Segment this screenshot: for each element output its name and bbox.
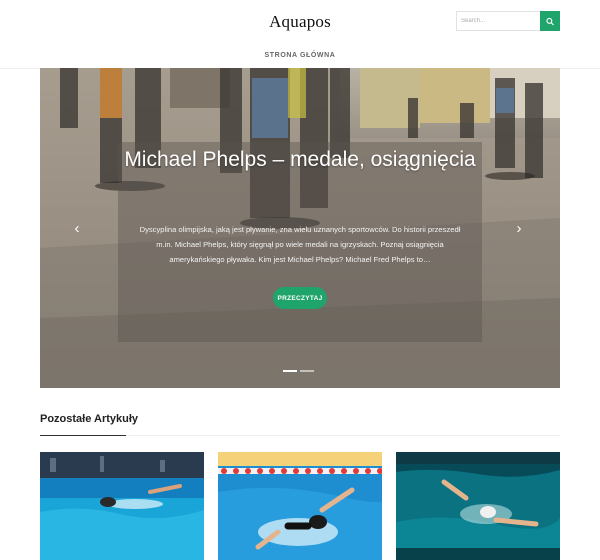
article-card-2[interactable] [218,452,382,560]
section-underline [40,435,126,436]
slider-dot-2[interactable] [300,370,314,372]
search-input[interactable] [456,11,542,31]
article-card-3[interactable] [396,452,560,560]
nav-item-home[interactable]: STRONA GŁÓWNA [265,52,336,59]
hero-slider: Michael Phelps – medale, osiągnięcia Dys… [40,68,560,388]
article-card-1[interactable] [40,452,204,560]
article-image-1 [40,452,204,560]
slider-next-button[interactable]: › [512,218,526,238]
search-icon [546,17,554,25]
read-more-button[interactable]: PRZECZYTAJ [273,287,327,309]
section-title: Pozostałe Artykuły [40,413,139,425]
slider-dot-1[interactable] [283,370,297,372]
section-divider [126,435,560,436]
slider-prev-button[interactable]: ‹ [70,218,84,238]
article-image-3 [396,452,560,560]
chevron-right-icon: › [516,219,522,237]
hero-excerpt: Dyscyplina olimpijska, jaką jest pływani… [139,225,461,264]
hero-title[interactable]: Michael Phelps – medale, osiągnięcia [100,144,500,175]
search-button[interactable] [540,11,560,31]
main-nav: STRONA GŁÓWNA [0,44,600,62]
chevron-left-icon: ‹ [74,219,80,237]
search-form [456,11,560,31]
article-image-2 [218,452,382,560]
slider-dots [283,370,314,372]
site-header: Aquapos STRONA GŁÓWNA [0,0,600,69]
